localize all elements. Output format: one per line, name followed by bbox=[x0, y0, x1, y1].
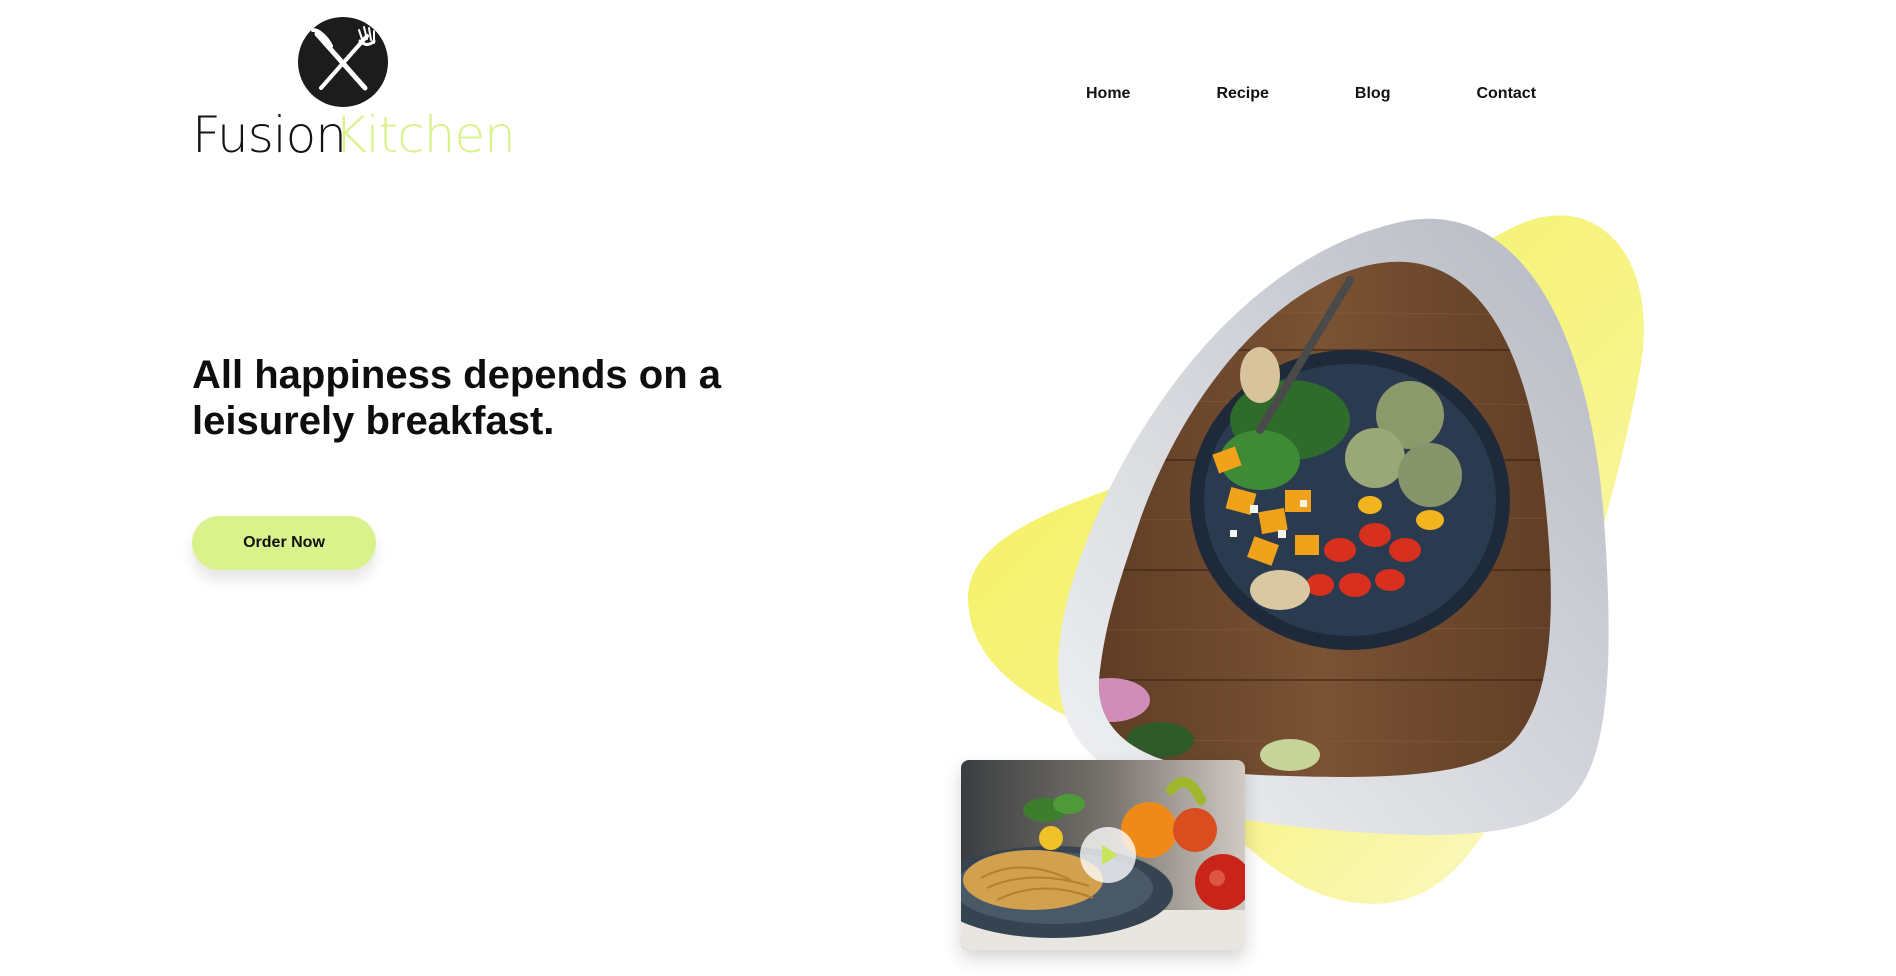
page: FusionKitchen Home Recipe Blog Contact A… bbox=[0, 0, 1896, 976]
nav-link-contact[interactable]: Contact bbox=[1433, 84, 1579, 104]
nav-link-recipe[interactable]: Recipe bbox=[1173, 84, 1311, 104]
main-nav: Home Recipe Blog Contact bbox=[1070, 84, 1579, 104]
fork-knife-cross-icon bbox=[298, 17, 388, 107]
order-now-button[interactable]: Order Now bbox=[192, 516, 376, 570]
hero-headline: All happiness depends on a leisurely bre… bbox=[192, 353, 721, 443]
nav-link-blog[interactable]: Blog bbox=[1312, 84, 1434, 104]
play-button[interactable] bbox=[1080, 827, 1136, 883]
play-icon bbox=[1102, 845, 1118, 865]
brand-name-part-2: Kitchen bbox=[333, 106, 516, 164]
brand-logo[interactable]: FusionKitchen bbox=[192, 14, 522, 174]
nav-link-home[interactable]: Home bbox=[1070, 84, 1173, 104]
video-card[interactable] bbox=[961, 760, 1245, 950]
brand-name: FusionKitchen bbox=[192, 110, 516, 160]
brand-name-part-1: Fusion bbox=[192, 106, 347, 164]
